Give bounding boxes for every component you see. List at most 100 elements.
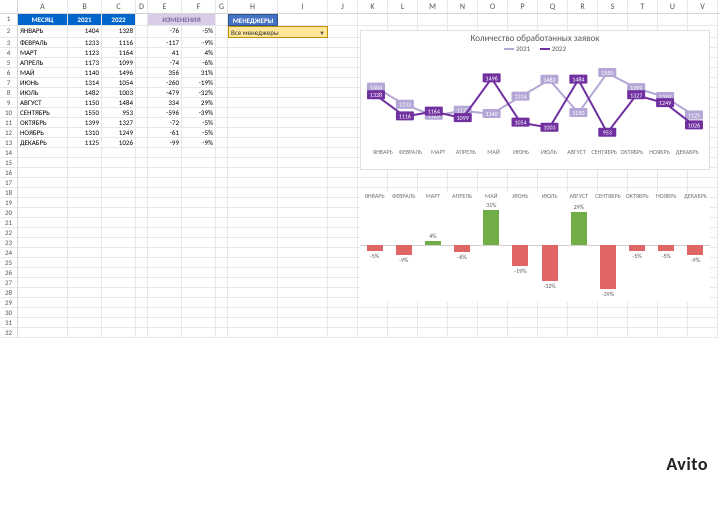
col-header-R[interactable]: R	[568, 0, 598, 13]
row-num-20[interactable]: 20	[0, 208, 18, 218]
cell-r9-c7[interactable]	[228, 98, 278, 108]
cell-r31-c20[interactable]	[658, 318, 688, 328]
col-header-M[interactable]: M	[418, 0, 448, 13]
cell-r30-c8[interactable]	[278, 308, 328, 318]
cell-r27-c7[interactable]	[228, 278, 278, 288]
cell-a5[interactable]: АПРЕЛЬ	[18, 58, 68, 68]
cell-r17-c4[interactable]	[148, 178, 182, 188]
cell-f5[interactable]: -6%	[182, 58, 216, 68]
cell-r23-c7[interactable]	[228, 238, 278, 248]
cell-r31-c13[interactable]	[448, 318, 478, 328]
cell-r8-c8[interactable]	[278, 88, 328, 98]
cell-r10-c6[interactable]	[216, 108, 228, 118]
cell-r32-c9[interactable]	[328, 328, 358, 338]
cell-e13[interactable]: -99	[148, 138, 182, 148]
cell-r29-c9[interactable]	[328, 298, 358, 308]
row-num-22[interactable]: 22	[0, 228, 18, 238]
cell-r31-c0[interactable]	[18, 318, 68, 328]
cell-r32-c14[interactable]	[478, 328, 508, 338]
cell-r28-c0[interactable]	[18, 288, 68, 298]
cell-b6[interactable]: 1140	[68, 68, 102, 78]
cell-r15-c8[interactable]	[278, 158, 328, 168]
cell-r31-c18[interactable]	[598, 318, 628, 328]
cell-r11-c8[interactable]	[278, 118, 328, 128]
cell-r24-c3[interactable]	[136, 248, 148, 258]
col-header-U[interactable]: U	[658, 0, 688, 13]
cell-r23-c5[interactable]	[182, 238, 216, 248]
cell-r17-c8[interactable]	[278, 178, 328, 188]
cell-r32-c17[interactable]	[568, 328, 598, 338]
cell-r13-c8[interactable]	[278, 138, 328, 148]
cell-r32-c15[interactable]	[508, 328, 538, 338]
cell-r17-c7[interactable]	[228, 178, 278, 188]
cell-r28-c4[interactable]	[148, 288, 182, 298]
cell-r17-c19[interactable]	[628, 178, 658, 188]
cell-r26-c4[interactable]	[148, 268, 182, 278]
cell-r8-c6[interactable]	[216, 88, 228, 98]
cell-r17-c14[interactable]	[478, 178, 508, 188]
cell-r3-c9[interactable]	[328, 38, 358, 48]
cell-r11-c6[interactable]	[216, 118, 228, 128]
cell-f12[interactable]: -5%	[182, 128, 216, 138]
cell-e4[interactable]: 41	[148, 48, 182, 58]
cell-r31-c1[interactable]	[68, 318, 102, 328]
cell-a7[interactable]: ИЮНЬ	[18, 78, 68, 88]
col-header-V[interactable]: V	[688, 0, 718, 13]
row-num-6[interactable]: 6	[0, 68, 18, 78]
cell-r25-c9[interactable]	[328, 258, 358, 268]
cell-r21-c6[interactable]	[216, 218, 228, 228]
cell-d7[interactable]	[136, 78, 148, 88]
cell-r15-c4[interactable]	[148, 158, 182, 168]
cell-d3[interactable]	[136, 38, 148, 48]
cell-b10[interactable]: 1550	[68, 108, 102, 118]
cell-r28-c8[interactable]	[278, 288, 328, 298]
cell-d4[interactable]	[136, 48, 148, 58]
cell-c7[interactable]: 1054	[102, 78, 136, 88]
cell-r32-c19[interactable]	[628, 328, 658, 338]
cell-r29-c1[interactable]	[68, 298, 102, 308]
cell-r17-c21[interactable]	[688, 178, 718, 188]
row-num-30[interactable]: 30	[0, 308, 18, 318]
cell-r31-c11[interactable]	[388, 318, 418, 328]
cell-r27-c0[interactable]	[18, 278, 68, 288]
cell-f2[interactable]: -5%	[182, 26, 216, 38]
cell-r19-c7[interactable]	[228, 198, 278, 208]
cell-r30-c7[interactable]	[228, 308, 278, 318]
col-header-B[interactable]: B	[68, 0, 102, 13]
cell-r24-c5[interactable]	[182, 248, 216, 258]
cell-r1-c11[interactable]	[388, 14, 418, 26]
cell-r28-c3[interactable]	[136, 288, 148, 298]
header-2022[interactable]: 2022	[102, 14, 136, 26]
row-num-19[interactable]: 19	[0, 198, 18, 208]
cell-r9-c9[interactable]	[328, 98, 358, 108]
cell-a10[interactable]: СЕНТЯБРЬ	[18, 108, 68, 118]
cell-r21-c9[interactable]	[328, 218, 358, 228]
cell-c13[interactable]: 1026	[102, 138, 136, 148]
cell-r17-c1[interactable]	[68, 178, 102, 188]
col-header-J[interactable]: J	[328, 0, 358, 13]
cell-r26-c1[interactable]	[68, 268, 102, 278]
cell-r22-c0[interactable]	[18, 228, 68, 238]
row-num-26[interactable]: 26	[0, 268, 18, 278]
cell-r20-c2[interactable]	[102, 208, 136, 218]
cell-f10[interactable]: -39%	[182, 108, 216, 118]
row-num-2[interactable]: 2	[0, 26, 18, 38]
cell-r1-c16[interactable]	[538, 14, 568, 26]
cell-r3-c8[interactable]	[278, 38, 328, 48]
spreadsheet[interactable]: ABCDEFGHIJKLMNOPQRSTUV 1МЕСЯЦ20212022ИЗМ…	[0, 0, 720, 509]
cell-e3[interactable]: -117	[148, 38, 182, 48]
row-num-32[interactable]: 32	[0, 328, 18, 338]
cell-r20-c0[interactable]	[18, 208, 68, 218]
cell-r19-c5[interactable]	[182, 198, 216, 208]
cell-c2[interactable]: 1328	[102, 26, 136, 38]
cell-r12-c9[interactable]	[328, 128, 358, 138]
cell-r5-c8[interactable]	[278, 58, 328, 68]
cell-r26-c8[interactable]	[278, 268, 328, 278]
cell-r19-c4[interactable]	[148, 198, 182, 208]
cell-r17-c15[interactable]	[508, 178, 538, 188]
cell-r1-c10[interactable]	[358, 14, 388, 26]
cell-r10-c9[interactable]	[328, 108, 358, 118]
cell-r24-c6[interactable]	[216, 248, 228, 258]
cell-a9[interactable]: АВГУСТ	[18, 98, 68, 108]
cell-r21-c5[interactable]	[182, 218, 216, 228]
